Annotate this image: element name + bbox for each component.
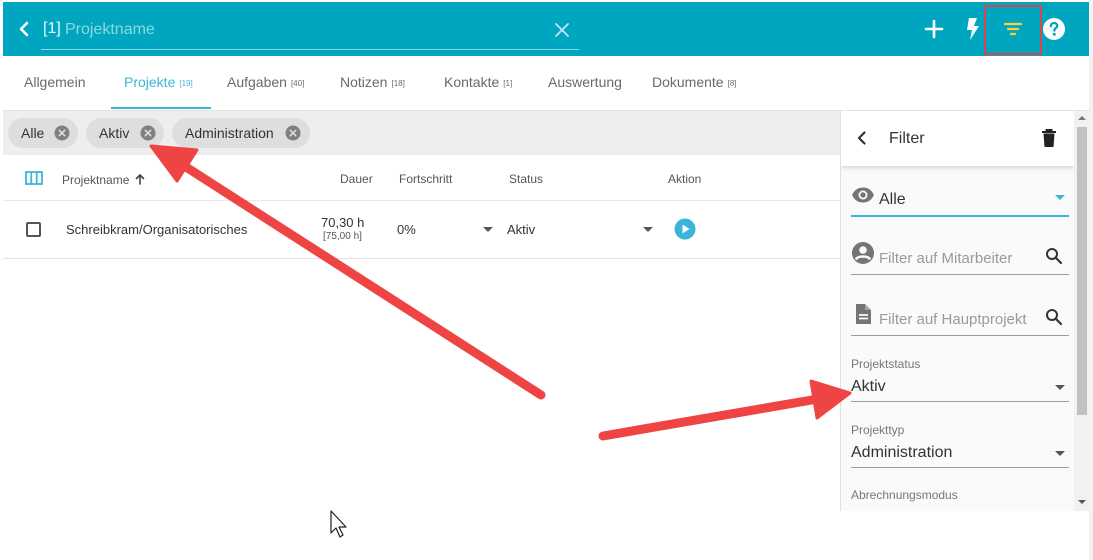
search-icon[interactable] xyxy=(1045,247,1063,265)
project-status-select[interactable]: Aktiv xyxy=(851,374,1069,402)
billing-mode-label: Abrechnungsmodus xyxy=(851,488,958,502)
table-header: Projektname Dauer Fortschritt Status Akt… xyxy=(3,155,840,201)
project-type-select[interactable]: Administration xyxy=(851,440,1069,468)
play-icon[interactable] xyxy=(674,218,696,243)
main-project-filter-placeholder: Filter auf Hauptprojekt xyxy=(879,311,1027,328)
tab-label: Allgemein xyxy=(24,74,86,90)
column-header-label: Projektname xyxy=(62,173,130,187)
filter-highlight-box xyxy=(984,5,1042,55)
tab-label: Notizen xyxy=(340,74,388,90)
visibility-select[interactable]: Alle xyxy=(851,177,1069,217)
column-header-status[interactable]: Status xyxy=(509,172,543,186)
tab-kontakte[interactable]: Kontakte [1] xyxy=(444,74,512,90)
project-name-field[interactable]: [1] xyxy=(41,12,579,50)
tab-bar: Allgemein Projekte [19] Aufgaben [40] Noti… xyxy=(3,56,1089,111)
visibility-caret-icon xyxy=(1055,195,1065,200)
tab-label: Aufgaben xyxy=(227,74,287,90)
window-edge xyxy=(1089,0,1093,560)
filter-panel-header: Filter xyxy=(841,111,1074,166)
tab-label: Auswertung xyxy=(548,74,622,90)
chip-aktiv[interactable]: Aktiv xyxy=(86,118,164,148)
panel-back-icon[interactable] xyxy=(853,129,871,152)
trash-icon[interactable] xyxy=(1041,128,1057,153)
tab-label: Kontakte xyxy=(444,74,500,90)
chip-label: Aktiv xyxy=(99,125,130,141)
row-duration: 70,30 h xyxy=(321,215,365,230)
tab-projekte[interactable]: Projekte [19] xyxy=(124,74,193,90)
app-window: [1] Allgemein Projekte[19] Aufgaben[40] … xyxy=(0,0,1093,560)
tab-count: [18] xyxy=(391,79,405,88)
progress-dropdown-icon[interactable] xyxy=(483,227,493,232)
arrow-to-project-status xyxy=(598,379,852,441)
project-id-prefix: [1] xyxy=(43,20,61,37)
chip-administration[interactable]: Administration xyxy=(172,118,310,148)
tab-auswertung[interactable]: Auswertung xyxy=(548,74,622,90)
tab-notizen[interactable]: Notizen [18] xyxy=(340,74,405,90)
project-type-label: Projekttyp xyxy=(851,423,905,437)
panel-scrollbar[interactable] xyxy=(1074,111,1089,511)
chevron-down-icon xyxy=(1055,385,1065,390)
tab-allgemein[interactable]: Allgemein xyxy=(24,74,85,90)
search-icon[interactable] xyxy=(1045,308,1063,326)
project-status-value: Aktiv xyxy=(851,378,886,395)
row-checkbox[interactable] xyxy=(26,222,41,237)
chip-remove-icon[interactable] xyxy=(54,125,70,141)
active-filter-chips: Alle Aktiv Administration xyxy=(3,111,840,155)
tab-count: [40] xyxy=(290,79,305,88)
table-row[interactable]: Schreibkram/Organisatorisches 70,30 h [7… xyxy=(3,201,840,259)
top-bar: [1] xyxy=(3,2,1089,56)
chip-remove-icon[interactable] xyxy=(140,125,156,141)
eye-icon xyxy=(851,183,875,207)
project-type-value: Administration xyxy=(851,444,953,461)
chip-remove-icon[interactable] xyxy=(285,125,301,141)
bolt-icon[interactable] xyxy=(960,16,986,42)
status-dropdown-icon[interactable] xyxy=(643,227,653,232)
close-icon[interactable] xyxy=(553,21,571,39)
chevron-down-icon xyxy=(1055,451,1065,456)
tab-count: [19] xyxy=(179,79,193,88)
scrollbar-thumb[interactable] xyxy=(1077,127,1087,415)
tab-count: [1] xyxy=(503,79,513,88)
column-header-name[interactable]: Projektname xyxy=(62,172,146,187)
filter-panel: Filter Alle Filter auf Mitarbeiter Filte… xyxy=(840,111,1089,511)
row-project-name[interactable]: Schreibkram/Organisatorisches xyxy=(66,222,247,237)
chip-alle[interactable]: Alle xyxy=(8,118,78,148)
tab-aufgaben[interactable]: Aufgaben [40] xyxy=(227,74,304,90)
chip-label: Alle xyxy=(21,125,45,141)
document-icon xyxy=(851,302,875,326)
column-header-duration[interactable]: Dauer xyxy=(340,172,373,186)
column-header-action: Aktion xyxy=(668,172,702,186)
tab-label: Dokumente xyxy=(652,74,724,90)
columns-icon[interactable] xyxy=(25,170,43,189)
help-icon[interactable] xyxy=(1041,16,1067,42)
tab-dokumente[interactable]: Dokumente [8] xyxy=(652,74,737,90)
project-status-label: Projektstatus xyxy=(851,357,921,371)
row-duration-planned: [75,00 h] xyxy=(323,231,362,242)
project-name-input[interactable] xyxy=(65,16,535,44)
column-header-progress[interactable]: Fortschritt xyxy=(399,172,452,186)
sort-ascending-icon[interactable] xyxy=(134,174,146,188)
tab-count: [8] xyxy=(727,79,737,88)
plus-icon[interactable] xyxy=(921,16,947,42)
back-icon[interactable] xyxy=(13,18,35,40)
employee-filter-placeholder: Filter auf Mitarbeiter xyxy=(879,250,1013,267)
active-tab-indicator xyxy=(111,107,211,109)
employee-filter-field[interactable]: Filter auf Mitarbeiter xyxy=(851,235,1069,275)
visibility-value: Alle xyxy=(879,191,906,208)
row-status: Aktiv xyxy=(507,222,536,237)
mouse-cursor-icon xyxy=(330,510,347,538)
filter-panel-title: Filter xyxy=(889,130,925,147)
scroll-up-icon[interactable] xyxy=(1078,116,1086,120)
chip-label: Administration xyxy=(185,125,274,141)
main-project-filter-field[interactable]: Filter auf Hauptprojekt xyxy=(851,296,1069,336)
tab-label: Projekte xyxy=(124,74,176,90)
row-progress: 0% xyxy=(397,222,416,237)
account-circle-icon xyxy=(851,241,875,265)
scroll-down-icon[interactable] xyxy=(1078,500,1086,504)
